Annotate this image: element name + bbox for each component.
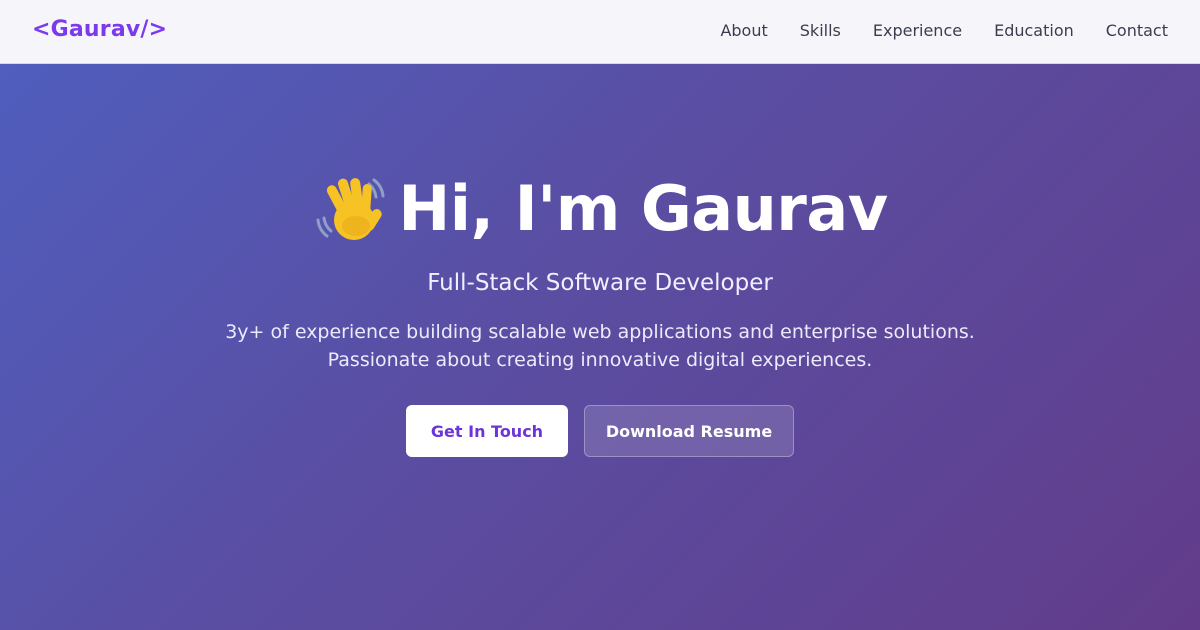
nav-link-contact[interactable]: Contact (1106, 21, 1168, 40)
nav-link-education[interactable]: Education (994, 21, 1074, 40)
page: <Gaurav/> About Skills Experience Educat… (0, 0, 1200, 630)
nav-link-about[interactable]: About (720, 21, 767, 40)
get-in-touch-button[interactable]: Get In Touch (406, 405, 568, 457)
nav-link-experience[interactable]: Experience (873, 21, 962, 40)
hero-title: Hi, I'm Gaurav (398, 172, 888, 245)
hero-title-row: Hi, I'm Gaurav (0, 170, 1200, 248)
hero-description-line: 3y+ of experience building scalable web … (225, 321, 975, 343)
waving-hand-icon (312, 170, 390, 248)
hero-subtitle: Full-Stack Software Developer (427, 270, 773, 296)
hero-description-line: Passionate about creating innovative dig… (327, 349, 873, 371)
site-logo[interactable]: <Gaurav/> (32, 17, 167, 42)
navbar: <Gaurav/> About Skills Experience Educat… (0, 0, 1200, 64)
hero-buttons: Get In Touch Download Resume (0, 405, 1200, 457)
nav-links: About Skills Experience Education Contac… (720, 21, 1168, 40)
hero-description: 3y+ of experience building scalable web … (0, 318, 1200, 374)
download-resume-button[interactable]: Download Resume (584, 405, 794, 457)
nav-link-skills[interactable]: Skills (800, 21, 841, 40)
